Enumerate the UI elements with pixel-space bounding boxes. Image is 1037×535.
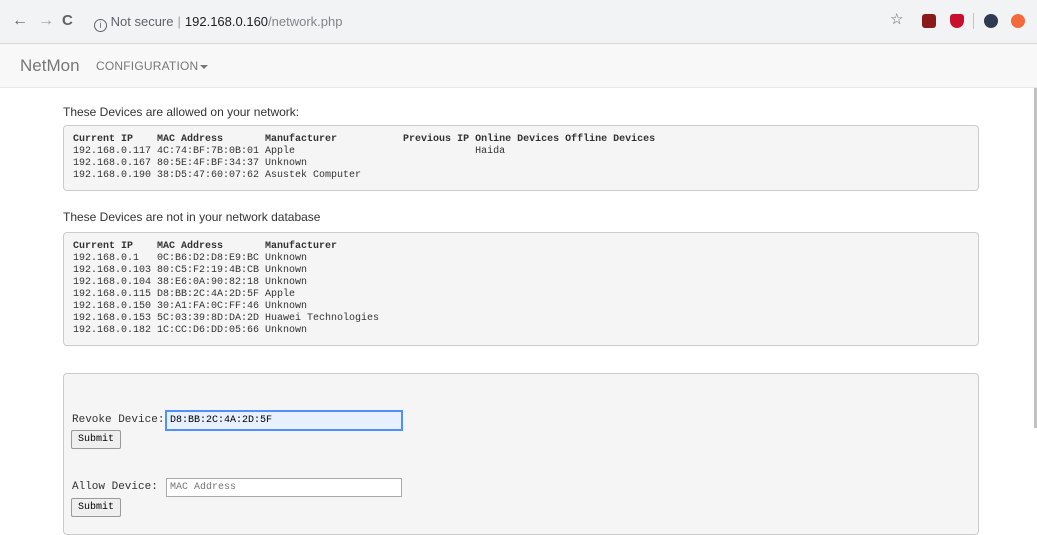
app-navbar: NetMon CONFIGURATION — [0, 44, 1037, 88]
revoke-submit-button[interactable]: Submit — [71, 430, 122, 449]
table-row: 192.168.0.117 4C:74:BF:7B:0B:01 Apple Ha… — [73, 146, 506, 157]
forward-button[interactable]: → — [38, 13, 54, 29]
table-row: 192.168.0.1 0C:B6:D2:D8:E9:BC Unknown — [73, 253, 308, 264]
extension-orange-icon[interactable] — [1011, 14, 1025, 28]
url-host: 192.168.0.160 — [184, 14, 269, 29]
table-row: 192.168.0.115 D8:BB:2C:4A:2D:5F Apple — [73, 289, 296, 300]
device-forms-panel: Revoke Device: Submit Allow Device: Subm… — [63, 373, 979, 535]
table-row: 192.168.0.104 38:E6:0A:90:82:18 Unknown — [73, 277, 308, 288]
chevron-down-icon — [200, 64, 209, 69]
allow-submit-button[interactable]: Submit — [71, 498, 122, 517]
allow-device-input[interactable] — [166, 478, 402, 497]
toolbar-divider — [973, 13, 974, 29]
allowed-devices-table: Current IP MAC Address Manufacturer Prev… — [63, 125, 979, 191]
info-icon[interactable]: i — [94, 19, 107, 32]
allow-device-label: Allow Device: — [72, 481, 158, 493]
unknown-devices-heading: These Devices are not in your network da… — [63, 210, 321, 224]
table-row: 192.168.0.103 80:C5:F2:19:4B:CB Unknown — [73, 265, 308, 276]
table-row: 192.168.0.150 30:A1:FA:0C:FF:46 Unknown — [73, 301, 308, 312]
url-path: /network.php — [268, 14, 343, 29]
security-label: Not secure — [110, 14, 174, 29]
revoke-device-input[interactable] — [165, 410, 403, 431]
browser-toolbar: ← → C i Not secure | 192.168.0.160/network… — [0, 0, 1037, 44]
revoke-device-label: Revoke Device: — [72, 414, 165, 426]
table-row: 192.168.0.190 38:D5:47:60:07:62 Asustek … — [73, 170, 362, 181]
configuration-menu-label: CONFIGURATION — [96, 59, 199, 73]
back-button[interactable]: ← — [12, 13, 28, 29]
allowed-devices-heading: These Devices are allowed on your networ… — [63, 105, 300, 119]
brand-logo[interactable]: NetMon — [20, 56, 80, 76]
extension-red-icon[interactable] — [922, 14, 936, 28]
address-bar[interactable]: i Not secure | 192.168.0.160/network.php — [94, 12, 864, 32]
table-header: Current IP MAC Address Manufacturer — [73, 241, 338, 252]
bookmark-star-icon[interactable]: ☆ — [890, 12, 903, 28]
table-row: 192.168.0.153 5C:03:39:8D:DA:2D Huawei T… — [73, 313, 380, 324]
reload-button[interactable]: C — [62, 13, 73, 29]
extension-globe-icon[interactable] — [984, 14, 998, 28]
table-row: 192.168.0.182 1C:CC:D6:DD:05:66 Unknown — [73, 325, 308, 336]
table-header: Current IP MAC Address Manufacturer Prev… — [73, 134, 656, 145]
table-row: 192.168.0.167 80:5E:4F:BF:34:37 Unknown — [73, 158, 308, 169]
unknown-devices-table: Current IP MAC Address Manufacturer 192.… — [63, 232, 979, 346]
configuration-menu[interactable]: CONFIGURATION — [96, 59, 209, 73]
ublock-shield-icon[interactable] — [950, 14, 964, 28]
